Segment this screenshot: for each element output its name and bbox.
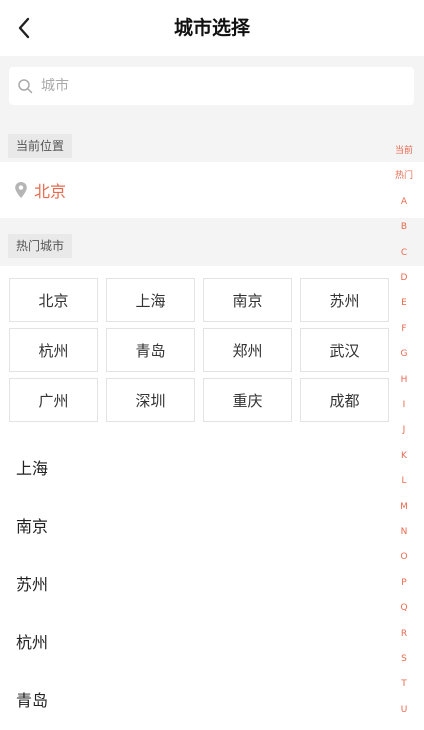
alphabet-index[interactable]: 当前热门 A B C D E F G H I J K L M N O P Q R S T U — [394, 140, 424, 720]
current-location-label: 当前位置 — [8, 134, 73, 158]
index-item-2[interactable]: A — [392, 196, 416, 208]
index-item-21[interactable]: T — [392, 678, 416, 690]
list-item[interactable]: 杭州 — [0, 614, 390, 672]
list-item[interactable]: 青岛 — [0, 672, 390, 730]
index-item-6[interactable]: E — [392, 297, 416, 309]
hot-city-button[interactable]: 深圳 — [106, 378, 195, 422]
city-list: 上海 南京 苏州 杭州 青岛 — [0, 440, 390, 730]
current-location-header: 当前位置 — [0, 126, 424, 162]
index-item-8[interactable]: G — [392, 348, 416, 360]
hot-city-button[interactable]: 上海 — [106, 278, 195, 322]
index-item-3[interactable]: B — [392, 221, 416, 233]
hot-cities-label: 热门城市 — [8, 234, 73, 258]
index-item-9[interactable]: H — [392, 374, 416, 386]
index-item-12[interactable]: K — [392, 450, 416, 462]
index-item-0[interactable]: 当前 — [392, 145, 416, 157]
index-item-20[interactable]: S — [392, 653, 416, 665]
hot-city-button[interactable]: 武汉 — [300, 328, 389, 372]
hot-city-button[interactable]: 郑州 — [203, 328, 292, 372]
index-item-15[interactable]: N — [392, 526, 416, 538]
index-item-10[interactable]: I — [392, 399, 416, 411]
index-item-16[interactable]: O — [392, 551, 416, 563]
search-input[interactable] — [39, 77, 403, 95]
page-title: 城市选择 — [173, 17, 250, 39]
index-item-11[interactable]: J — [392, 424, 416, 436]
search-box[interactable] — [9, 67, 414, 105]
hot-city-button[interactable]: 苏州 — [300, 278, 389, 322]
index-item-5[interactable]: D — [392, 272, 416, 284]
hot-cities-grid: 北京 上海 南京 苏州 杭州 青岛 郑州 武汉 广州 深圳 重庆 成都 — [9, 278, 391, 422]
index-item-14[interactable]: M — [392, 501, 416, 513]
list-item[interactable]: 上海 — [0, 440, 390, 498]
hot-city-button[interactable]: 广州 — [9, 378, 98, 422]
hot-city-button[interactable]: 杭州 — [9, 328, 98, 372]
hot-city-button[interactable]: 重庆 — [203, 378, 292, 422]
search-section — [0, 56, 424, 126]
index-item-18[interactable]: Q — [392, 602, 416, 614]
hot-city-button[interactable]: 青岛 — [106, 328, 195, 372]
index-item-13[interactable]: L — [392, 475, 416, 487]
index-item-22[interactable]: U — [392, 704, 416, 716]
map-pin-icon — [14, 181, 28, 199]
hot-city-button[interactable]: 北京 — [9, 278, 98, 322]
list-item[interactable]: 南京 — [0, 498, 390, 556]
index-item-19[interactable]: R — [392, 628, 416, 640]
current-location-row[interactable]: 北京 — [0, 162, 424, 218]
hot-cities-header: 热门城市 — [0, 218, 424, 266]
hot-city-button[interactable]: 南京 — [203, 278, 292, 322]
list-item[interactable]: 苏州 — [0, 556, 390, 614]
index-item-7[interactable]: F — [392, 323, 416, 335]
index-item-1[interactable]: 热门 — [392, 170, 416, 182]
hot-city-button[interactable]: 成都 — [300, 378, 389, 422]
current-city: 北京 — [34, 182, 67, 201]
search-icon — [17, 78, 33, 94]
index-item-17[interactable]: P — [392, 577, 416, 589]
app-header: 城市选择 — [0, 0, 424, 56]
index-item-4[interactable]: C — [392, 247, 416, 259]
